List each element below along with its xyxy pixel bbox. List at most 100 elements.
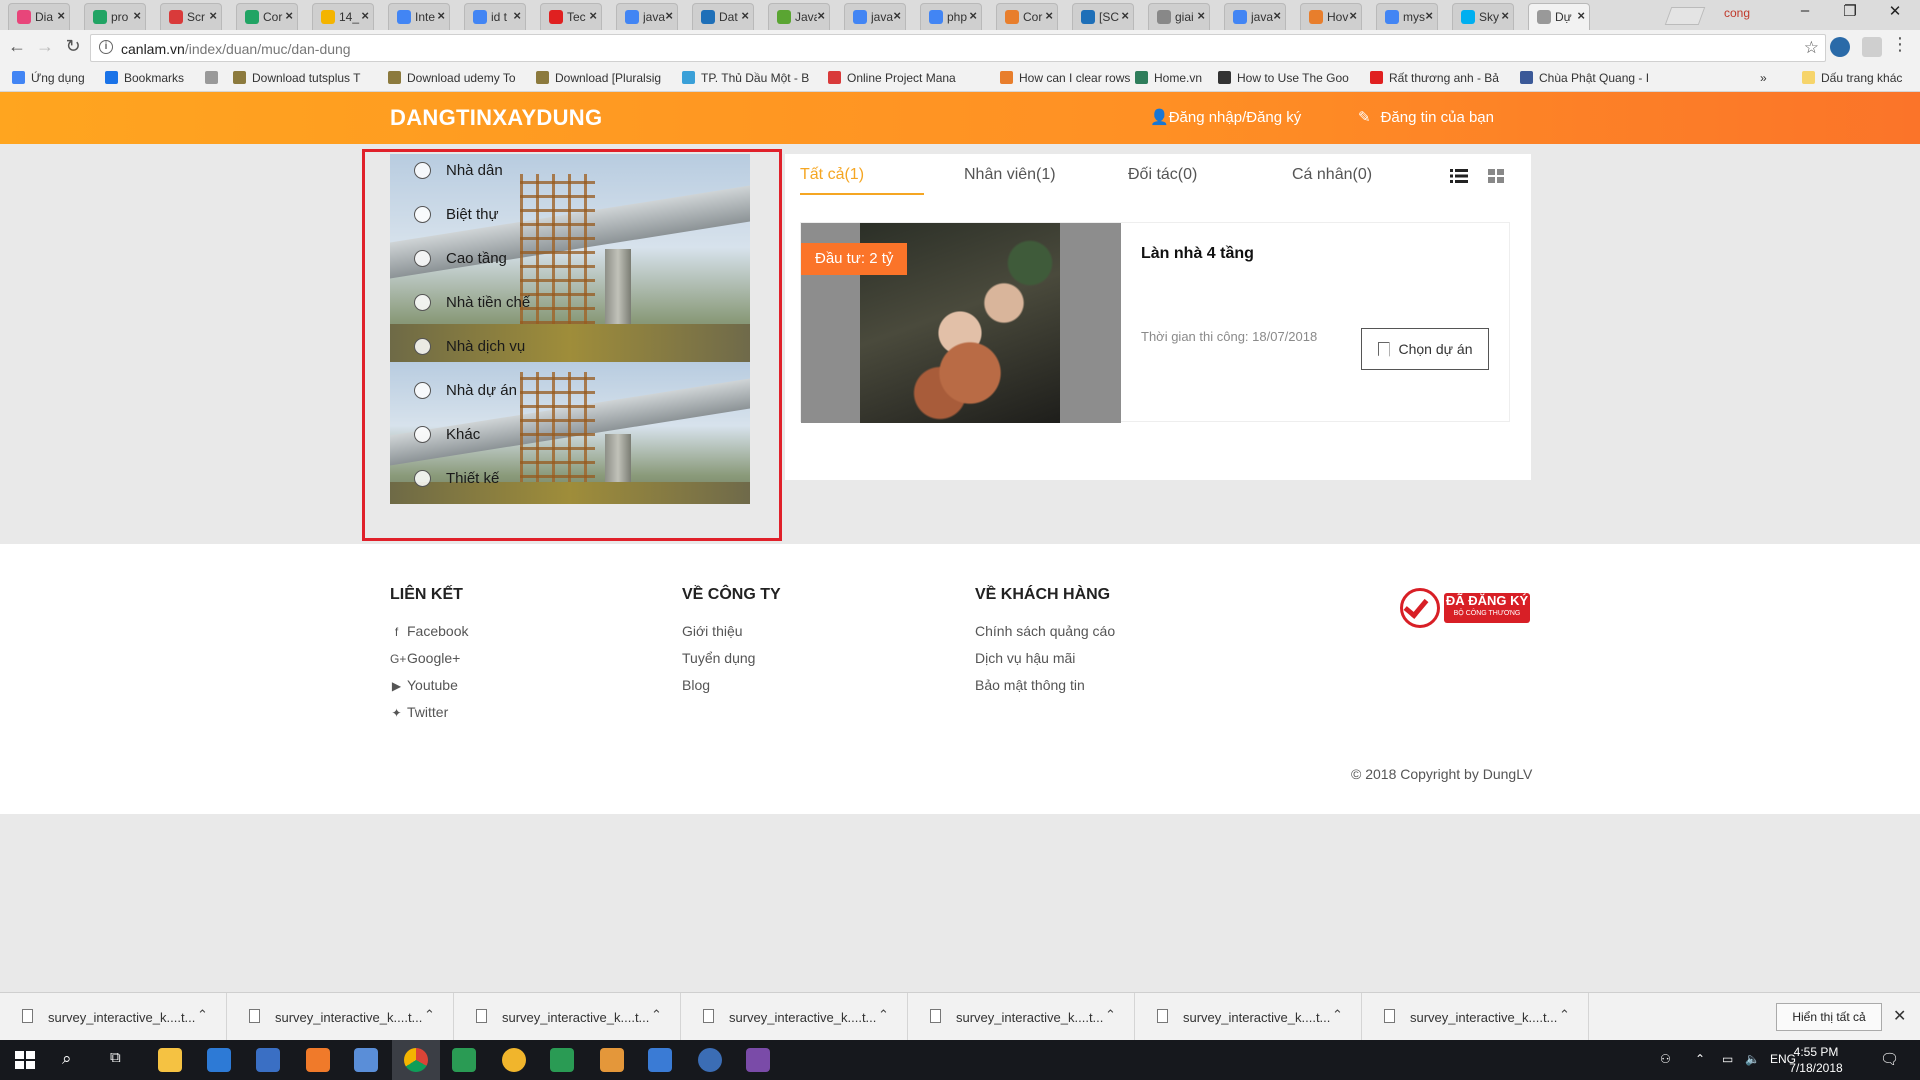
bookmark-other-folder[interactable]: Dấu trang khác — [1802, 71, 1902, 85]
bookmark-item[interactable]: TP. Thủ Dầu Một - B — [682, 71, 809, 85]
tab-close-icon[interactable]: × — [1121, 8, 1129, 23]
browser-tab[interactable]: Scr × — [160, 3, 222, 30]
browser-tab[interactable]: Dat × — [692, 3, 754, 30]
footer-social-link[interactable]: f Facebook — [390, 623, 469, 639]
filter-tab[interactable]: Nhân viên(1) — [964, 166, 1056, 184]
site-logo[interactable]: DANGTINXAYDUNG — [390, 105, 602, 131]
download-item[interactable]: survey_interactive_k....t... ⌃ — [1362, 993, 1589, 1041]
chevron-up-icon[interactable]: ⌃ — [1332, 1007, 1343, 1023]
browser-tab[interactable]: Dự × — [1528, 3, 1590, 31]
tab-close-icon[interactable]: × — [741, 8, 749, 23]
app-icon-8[interactable] — [502, 1048, 526, 1072]
browser-tab[interactable]: mys × — [1376, 3, 1438, 30]
bookmarks-overflow-icon[interactable]: » — [1760, 71, 1767, 85]
restore-icon[interactable]: ❐ — [1830, 2, 1870, 20]
back-icon[interactable]: ← — [5, 36, 29, 57]
tab-close-icon[interactable]: × — [817, 8, 825, 23]
forward-icon[interactable]: → — [33, 36, 57, 57]
project-thumbnail[interactable]: Đầu tư: 2 tỷ — [801, 223, 1121, 423]
bookmark-item[interactable]: How to Use The Goo — [1218, 71, 1349, 85]
profile-badge[interactable]: cong — [1724, 6, 1750, 20]
volume-icon[interactable]: 🔈 — [1745, 1052, 1760, 1066]
tab-close-icon[interactable]: × — [893, 8, 901, 23]
tab-close-icon[interactable]: × — [1349, 8, 1357, 23]
footer-link[interactable]: Dịch vụ hậu mãi — [975, 650, 1075, 666]
footer-social-link[interactable]: ✦ Twitter — [390, 704, 448, 720]
search-icon[interactable]: ⌕ — [62, 1049, 72, 1069]
people-icon[interactable]: ⚇ — [1660, 1052, 1671, 1066]
store-icon[interactable] — [207, 1048, 231, 1072]
app-icon-12[interactable] — [698, 1048, 722, 1072]
tab-close-icon[interactable]: × — [57, 8, 65, 23]
close-window-icon[interactable]: ✕ — [1875, 2, 1915, 20]
bookmark-item[interactable]: How can I clear rows — [1000, 71, 1130, 85]
bookmark-item[interactable]: Online Project Mana — [828, 71, 956, 85]
bookmark-item[interactable] — [205, 71, 224, 85]
extension-icon[interactable] — [1830, 37, 1850, 57]
app-icon-13[interactable] — [746, 1048, 770, 1072]
notifications-icon[interactable]: 🗨 — [1880, 1050, 1899, 1068]
excel-icon[interactable] — [550, 1048, 574, 1072]
tray-expand-icon[interactable]: ⌃ — [1695, 1052, 1705, 1066]
xampp-icon[interactable] — [306, 1048, 330, 1072]
tab-close-icon[interactable]: × — [133, 8, 141, 23]
chevron-up-icon[interactable]: ⌃ — [651, 1007, 662, 1023]
network-icon[interactable]: ▭ — [1722, 1052, 1733, 1066]
download-item[interactable]: survey_interactive_k....t... ⌃ — [0, 993, 227, 1041]
app-icon-11[interactable] — [648, 1048, 672, 1072]
tab-close-icon[interactable]: × — [1425, 8, 1433, 23]
browser-tab[interactable]: Hov × — [1300, 3, 1362, 30]
tab-close-icon[interactable]: × — [1501, 8, 1509, 23]
download-item[interactable]: survey_interactive_k....t... ⌃ — [681, 993, 908, 1041]
menu-kebab-icon[interactable]: ⋮ — [1888, 34, 1912, 55]
browser-tab[interactable]: Sky × — [1452, 3, 1514, 30]
tab-close-icon[interactable]: × — [1577, 8, 1585, 23]
tab-close-icon[interactable]: × — [513, 8, 521, 23]
post-listing-link[interactable]: ✎ Đăng tin của bạn — [1358, 108, 1494, 126]
tab-close-icon[interactable]: × — [969, 8, 977, 23]
browser-tab[interactable]: id t × — [464, 3, 526, 30]
footer-social-link[interactable]: G+Google+ — [390, 650, 460, 666]
new-tab-button[interactable] — [1664, 7, 1706, 25]
file-explorer-icon[interactable] — [158, 1048, 182, 1072]
bookmark-item[interactable]: Bookmarks — [105, 71, 184, 85]
extension-icon-2[interactable] — [1862, 37, 1882, 57]
browser-tab[interactable]: giai × — [1148, 3, 1210, 30]
download-item[interactable]: survey_interactive_k....t... ⌃ — [227, 993, 454, 1041]
tab-close-icon[interactable]: × — [665, 8, 673, 23]
download-item[interactable]: survey_interactive_k....t... ⌃ — [1135, 993, 1362, 1041]
footer-link[interactable]: Tuyển dụng — [682, 650, 755, 666]
tab-close-icon[interactable]: × — [1045, 8, 1053, 23]
filter-tab[interactable]: Tất cả(1) — [800, 166, 864, 184]
chevron-up-icon[interactable]: ⌃ — [878, 1007, 889, 1023]
mail-icon[interactable] — [256, 1048, 280, 1072]
registered-ministry-logo[interactable]: ĐÃ ĐĂNG KÝ BỘ CÔNG THƯƠNG — [1400, 588, 1530, 628]
bookmark-item[interactable]: Download udemy To — [388, 71, 516, 85]
browser-tab[interactable]: Cor × — [236, 3, 298, 30]
footer-link[interactable]: Chính sách quảng cáo — [975, 623, 1115, 639]
sublime-icon[interactable] — [452, 1048, 476, 1072]
browser-tab[interactable]: php × — [920, 3, 982, 30]
chevron-up-icon[interactable]: ⌃ — [1105, 1007, 1116, 1023]
bookmark-star-icon[interactable]: ☆ — [1804, 38, 1819, 58]
bookmark-item[interactable]: Chùa Phật Quang - I — [1520, 71, 1649, 85]
reload-icon[interactable]: ↻ — [61, 36, 85, 57]
login-link[interactable]: 👤Đăng nhập/Đăng ký — [1150, 108, 1301, 126]
tab-close-icon[interactable]: × — [1273, 8, 1281, 23]
grid-view-icon[interactable] — [1487, 168, 1505, 184]
footer-social-link[interactable]: ▶ Youtube — [390, 677, 458, 693]
choose-project-button[interactable]: Chọn dự án — [1361, 328, 1489, 370]
tab-close-icon[interactable]: × — [589, 8, 597, 23]
minimize-icon[interactable]: – — [1785, 2, 1825, 19]
tab-close-icon[interactable]: × — [361, 8, 369, 23]
tab-close-icon[interactable]: × — [437, 8, 445, 23]
bookmark-item[interactable]: Ứng dụng — [12, 71, 85, 85]
address-bar[interactable]: i canlam.vn/index/duan/muc/dan-dung ☆ — [90, 34, 1826, 62]
app-icon-10[interactable] — [600, 1048, 624, 1072]
browser-tab[interactable]: java × — [616, 3, 678, 30]
download-item[interactable]: survey_interactive_k....t... ⌃ — [454, 993, 681, 1041]
project-title[interactable]: Làn nhà 4 tầng — [1141, 245, 1254, 263]
browser-tab[interactable]: Java× — [768, 3, 830, 30]
tab-close-icon[interactable]: × — [209, 8, 217, 23]
site-info-icon[interactable]: i — [99, 40, 113, 54]
